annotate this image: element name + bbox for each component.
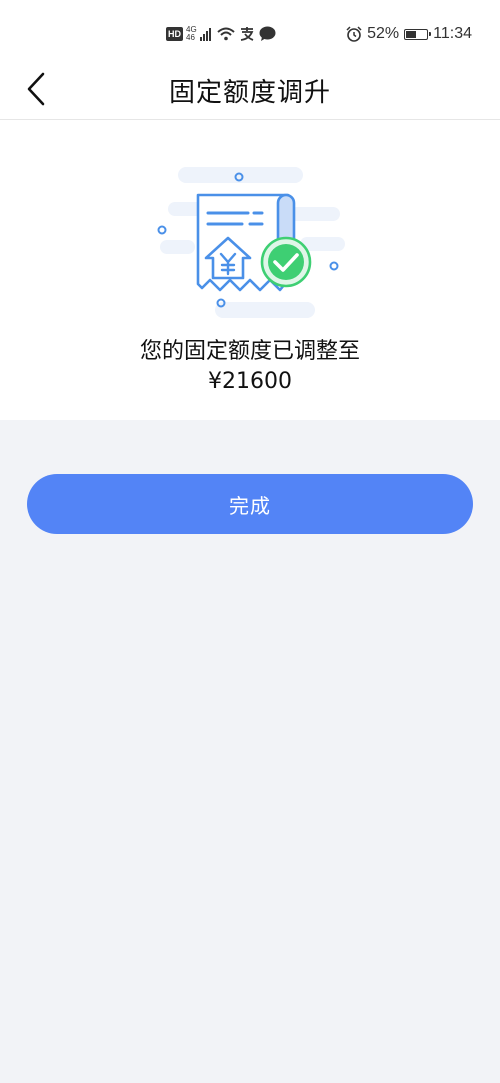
battery-percent: 52% <box>367 25 400 42</box>
status-time: 11:34 <box>433 25 472 42</box>
result-amount: ¥21600 <box>208 369 292 394</box>
done-button[interactable]: 完成 <box>27 474 473 534</box>
network-sub-label: 46 <box>186 33 195 42</box>
chat-icon <box>259 26 276 41</box>
receipt-yuan-check-icon <box>157 167 345 318</box>
result-card: 您的固定额度已调整至 ¥21600 <box>0 120 500 420</box>
status-left: HD 4G 46 <box>166 26 276 42</box>
result-message-line: 您的固定额度已调整至 <box>139 339 360 364</box>
hd-badge: HD <box>166 27 183 41</box>
result-message: 您的固定额度已调整至 ¥21600 <box>0 337 500 397</box>
nav-bar: 固定额度调升 <box>0 58 500 120</box>
status-right: 52% 11:34 <box>346 25 472 43</box>
page-title: 固定额度调升 <box>168 78 331 108</box>
alarm-icon <box>346 26 362 42</box>
alipay-icon <box>240 27 254 41</box>
wifi-icon <box>217 27 235 41</box>
battery-icon <box>404 28 432 40</box>
network-type: 4G 46 <box>186 26 197 42</box>
signal-icon <box>199 28 211 41</box>
battery-fill <box>406 30 416 38</box>
